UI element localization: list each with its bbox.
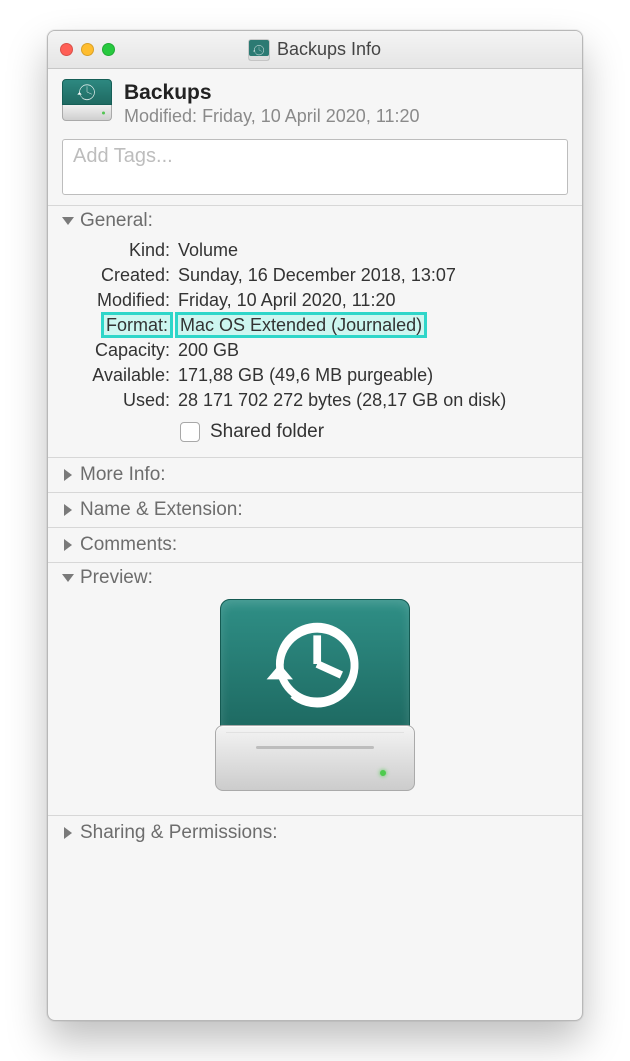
section-more-info-header[interactable]: More Info: [62, 464, 568, 486]
timemachine-icon [260, 609, 370, 719]
section-sharing-permissions-title: Sharing & Permissions: [80, 822, 277, 844]
timemachine-icon [252, 43, 266, 57]
drive-preview-icon [215, 599, 415, 791]
chevron-right-icon [64, 539, 72, 551]
used-label: Used: [62, 390, 170, 411]
section-preview-title: Preview: [80, 567, 153, 589]
available-value: 171,88 GB (49,6 MB purgeable) [178, 365, 568, 386]
section-general-header[interactable]: General: [62, 210, 568, 232]
minimize-icon[interactable] [81, 43, 94, 56]
capacity-label: Capacity: [62, 340, 170, 361]
section-sharing-permissions-header[interactable]: Sharing & Permissions: [62, 822, 568, 844]
header: Backups Modified: Friday, 10 April 2020,… [48, 69, 582, 137]
section-name-extension-header[interactable]: Name & Extension: [62, 499, 568, 521]
kind-value: Volume [178, 240, 568, 261]
used-value: 28 171 702 272 bytes (28,17 GB on disk) [178, 390, 568, 411]
modified-value-row: Friday, 10 April 2020, 11:20 [178, 290, 568, 311]
section-preview-header[interactable]: Preview: [62, 567, 568, 589]
close-icon[interactable] [60, 43, 73, 56]
created-label: Created: [62, 265, 170, 286]
window-title: Backups Info [277, 39, 381, 60]
chevron-down-icon [62, 574, 74, 582]
format-label: Format: [62, 315, 170, 336]
chevron-right-icon [64, 827, 72, 839]
modified-label: Modified: [124, 106, 197, 126]
available-label: Available: [62, 365, 170, 386]
tags-input[interactable] [71, 144, 559, 169]
section-sharing-permissions: Sharing & Permissions: [48, 815, 582, 850]
general-grid: Kind: Volume Created: Sunday, 16 Decembe… [62, 240, 568, 411]
info-window: Backups Info Backups Modified: [47, 30, 583, 1021]
window-controls [60, 43, 115, 56]
kind-label: Kind: [62, 240, 170, 261]
timemachine-icon [76, 81, 98, 103]
title-drive-icon [249, 40, 269, 60]
chevron-right-icon [64, 469, 72, 481]
drive-icon [62, 79, 112, 121]
section-comments: Comments: [48, 527, 582, 562]
shared-folder-row: Shared folder [180, 421, 568, 443]
section-name-extension: Name & Extension: [48, 492, 582, 527]
section-general: General: Kind: Volume Created: Sunday, 1… [48, 205, 582, 457]
tags-field[interactable] [62, 139, 568, 195]
section-preview: Preview: [48, 562, 582, 815]
item-name: Backups [124, 81, 420, 105]
section-more-info: More Info: [48, 457, 582, 492]
created-value: Sunday, 16 December 2018, 13:07 [178, 265, 568, 286]
section-comments-header[interactable]: Comments: [62, 534, 568, 556]
format-value: Mac OS Extended (Journaled) [178, 315, 568, 336]
shared-folder-checkbox[interactable] [180, 422, 200, 442]
chevron-down-icon [62, 217, 74, 225]
capacity-value: 200 GB [178, 340, 568, 361]
modified-value: Friday, 10 April 2020, 11:20 [202, 106, 419, 126]
shared-folder-label: Shared folder [210, 421, 324, 443]
section-general-title: General: [80, 210, 153, 232]
section-comments-title: Comments: [80, 534, 177, 556]
item-modified: Modified: Friday, 10 April 2020, 11:20 [124, 106, 420, 127]
section-more-info-title: More Info: [80, 464, 166, 486]
chevron-right-icon [64, 504, 72, 516]
titlebar: Backups Info [48, 31, 582, 69]
section-name-extension-title: Name & Extension: [80, 499, 243, 521]
zoom-icon[interactable] [102, 43, 115, 56]
modified-label: Modified: [62, 290, 170, 311]
preview-content [62, 589, 568, 811]
